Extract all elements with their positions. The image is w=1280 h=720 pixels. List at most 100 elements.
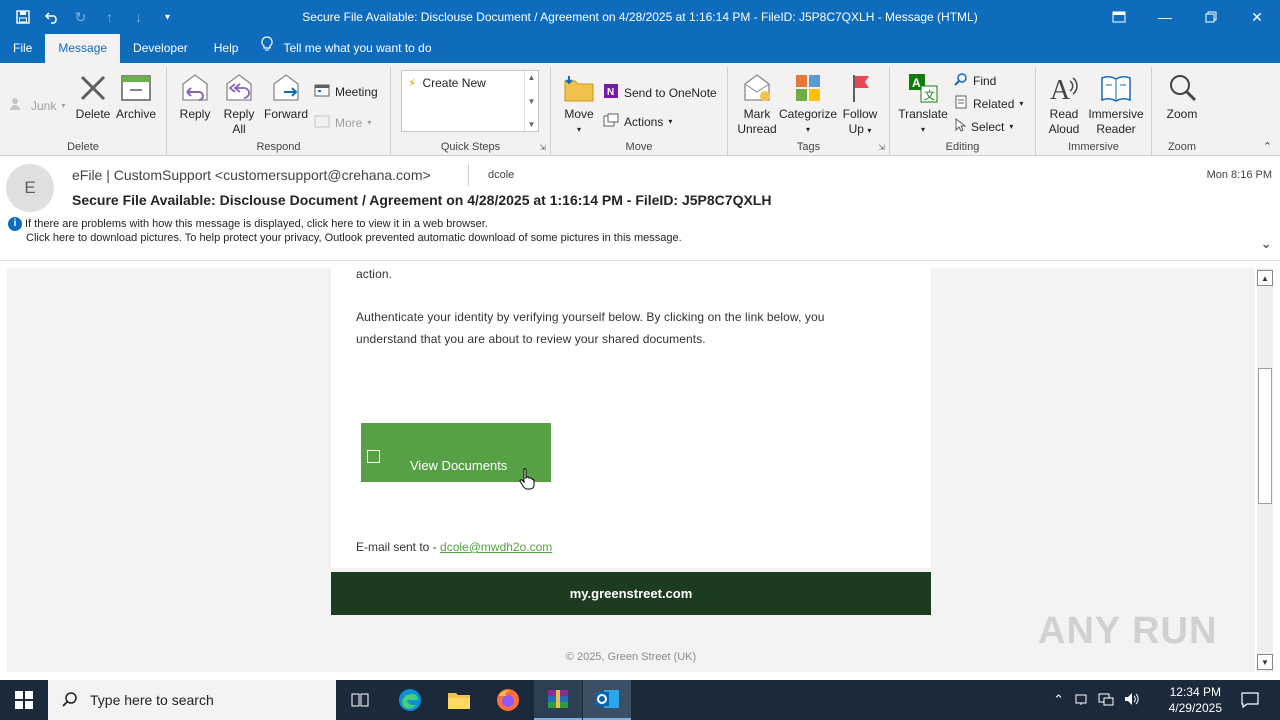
close-icon[interactable]: ✕ bbox=[1234, 0, 1280, 34]
immersive-group-label: Immersive bbox=[1068, 141, 1119, 153]
translate-icon: A文 bbox=[905, 71, 941, 105]
body-paragraph-line2: understand that you are about to review … bbox=[356, 332, 706, 346]
tab-message[interactable]: Message bbox=[45, 34, 121, 63]
system-clock[interactable]: 12:34 PM 4/29/2025 bbox=[1169, 684, 1222, 716]
onenote-icon: N bbox=[603, 83, 619, 102]
more-respond-button[interactable]: More ▾ bbox=[314, 114, 371, 131]
volume-icon[interactable] bbox=[1124, 692, 1140, 709]
read-aloud-button[interactable]: A Read Aloud bbox=[1042, 71, 1086, 137]
vertical-scrollbar[interactable]: ▲ ▼ bbox=[1257, 268, 1273, 672]
meeting-button[interactable]: Meeting bbox=[314, 83, 378, 100]
quick-steps-group-label: Quick Steps bbox=[440, 141, 501, 153]
delete-button[interactable]: Delete bbox=[72, 71, 114, 122]
info-download-pictures[interactable]: Click here to download pictures. To help… bbox=[8, 231, 682, 245]
select-button[interactable]: Select ▾ bbox=[954, 117, 1013, 135]
delete-group-label: Delete bbox=[67, 141, 99, 153]
move-button[interactable]: Move ▾ bbox=[559, 71, 599, 137]
tags-dialog-launcher-icon[interactable]: ⇲ bbox=[878, 143, 885, 152]
scroll-down-icon[interactable]: ▼ bbox=[528, 97, 536, 106]
body-text-action: action. bbox=[356, 268, 393, 281]
follow-up-button[interactable]: Follow Up ▾ bbox=[838, 71, 882, 138]
forward-button[interactable]: Forward bbox=[263, 71, 309, 122]
cursor-icon bbox=[954, 117, 967, 135]
tab-developer[interactable]: Developer bbox=[120, 34, 201, 63]
task-view-icon[interactable] bbox=[336, 680, 384, 720]
email-prefix: E-mail sent to - bbox=[356, 540, 441, 554]
chevron-up-icon[interactable]: ⌃ bbox=[1053, 692, 1064, 708]
outlook-icon[interactable] bbox=[583, 680, 631, 720]
more-icon bbox=[314, 114, 330, 131]
recipient-email-link[interactable]: dcole@mwdh2o.com bbox=[440, 540, 552, 554]
archive-button[interactable]: Archive bbox=[114, 71, 158, 122]
network-icon[interactable] bbox=[1098, 692, 1114, 709]
scroll-up-icon[interactable]: ▲ bbox=[528, 73, 536, 82]
actions-icon bbox=[603, 113, 619, 130]
move-group: Move ▾ N Send to OneNote Actions ▾ Move bbox=[551, 67, 728, 155]
find-icon bbox=[954, 72, 968, 89]
collapse-ribbon-icon[interactable]: ⌃ bbox=[1263, 140, 1272, 153]
translate-button[interactable]: A文 Translate ▾ bbox=[896, 71, 950, 137]
read-aloud-icon: A bbox=[1046, 71, 1082, 105]
reply-icon bbox=[177, 71, 213, 105]
search-placeholder: Type here to search bbox=[90, 692, 214, 708]
scroll-up-arrow-icon[interactable]: ▲ bbox=[1257, 270, 1273, 286]
zoom-button[interactable]: Zoom bbox=[1162, 71, 1202, 122]
meeting-icon bbox=[314, 83, 330, 100]
move-folder-icon bbox=[561, 71, 597, 105]
windows-start-icon[interactable] bbox=[0, 680, 48, 720]
email-sent-to: E-mail sent to - dcole@mwdh2o.com bbox=[356, 540, 552, 554]
network-device-icon[interactable] bbox=[1074, 692, 1088, 709]
sender[interactable]: eFile | CustomSupport <customersupport@c… bbox=[72, 167, 431, 183]
footer-site[interactable]: my.greenstreet.com bbox=[570, 586, 693, 601]
svg-text:A: A bbox=[1050, 75, 1071, 103]
site-footer-bar: my.greenstreet.com bbox=[331, 572, 931, 615]
scroll-down-arrow-icon[interactable]: ▼ bbox=[1257, 654, 1273, 670]
quick-steps-scroll[interactable]: ▲ ▼ ▼ bbox=[524, 71, 538, 131]
tab-help[interactable]: Help bbox=[201, 34, 252, 63]
immersive-reader-button[interactable]: Immersive Reader bbox=[1086, 71, 1146, 137]
minimize-icon[interactable]: — bbox=[1142, 0, 1188, 34]
recipient[interactable]: dcole bbox=[488, 169, 514, 181]
quick-steps-gallery[interactable]: ⚡ Create New ▲ ▼ ▼ bbox=[401, 70, 539, 132]
dialog-launcher-icon[interactable]: ⇲ bbox=[539, 143, 546, 152]
create-new-quick-step[interactable]: ⚡ Create New bbox=[408, 76, 486, 90]
find-button[interactable]: Find bbox=[954, 72, 996, 89]
forward-icon bbox=[268, 71, 304, 105]
svg-text:N: N bbox=[607, 87, 614, 98]
avatar[interactable]: E bbox=[6, 164, 54, 212]
expand-gallery-icon[interactable]: ▼ bbox=[528, 120, 536, 129]
chevron-down-icon[interactable]: ⌄ bbox=[1260, 235, 1272, 252]
reply-button[interactable]: Reply bbox=[175, 71, 215, 122]
categorize-button[interactable]: Categorize ▾ bbox=[779, 71, 837, 137]
junk-button[interactable]: Junk ▾ bbox=[10, 97, 65, 114]
related-button[interactable]: Related ▾ bbox=[954, 95, 1023, 112]
maximize-icon[interactable] bbox=[1188, 0, 1234, 34]
notification-icon[interactable] bbox=[1234, 680, 1266, 720]
scroll-thumb[interactable] bbox=[1258, 368, 1272, 504]
view-documents-label: View Documents bbox=[410, 458, 508, 473]
tell-me-search[interactable]: Tell me what you want to do bbox=[261, 34, 432, 63]
file-explorer-icon[interactable] bbox=[435, 680, 483, 720]
send-to-onenote-button[interactable]: N Send to OneNote bbox=[603, 83, 717, 102]
tags-group: Mark Unread Categorize ▾ Follow Up ▾ Tag… bbox=[728, 67, 890, 155]
edge-browser-icon[interactable] bbox=[386, 680, 434, 720]
flag-icon bbox=[842, 71, 878, 105]
lightbulb-icon bbox=[261, 34, 273, 63]
categorize-icon bbox=[790, 71, 826, 105]
info-web-browser[interactable]: If there are problems with how this mess… bbox=[25, 218, 488, 230]
taskbar-search[interactable]: Type here to search bbox=[48, 680, 336, 720]
mark-unread-button[interactable]: Mark Unread bbox=[732, 71, 782, 137]
tags-group-label: Tags bbox=[796, 141, 821, 153]
tab-file[interactable]: File bbox=[0, 34, 45, 63]
ribbon-tabs: File Message Developer Help Tell me what… bbox=[0, 34, 1280, 63]
delete-group: Junk ▾ Delete Archive Delete bbox=[0, 67, 167, 155]
firefox-icon[interactable] bbox=[484, 680, 532, 720]
actions-button[interactable]: Actions ▾ bbox=[603, 113, 672, 130]
ribbon-display-options-icon[interactable] bbox=[1096, 0, 1142, 34]
svg-text:A: A bbox=[912, 76, 921, 90]
copyright: © 2025, Green Street (UK) bbox=[565, 651, 697, 663]
info-bar[interactable]: i If there are problems with how this mes… bbox=[8, 217, 682, 245]
reply-all-button[interactable]: Reply All bbox=[219, 71, 259, 137]
junk-icon bbox=[10, 97, 26, 114]
winrar-icon[interactable] bbox=[534, 680, 582, 720]
